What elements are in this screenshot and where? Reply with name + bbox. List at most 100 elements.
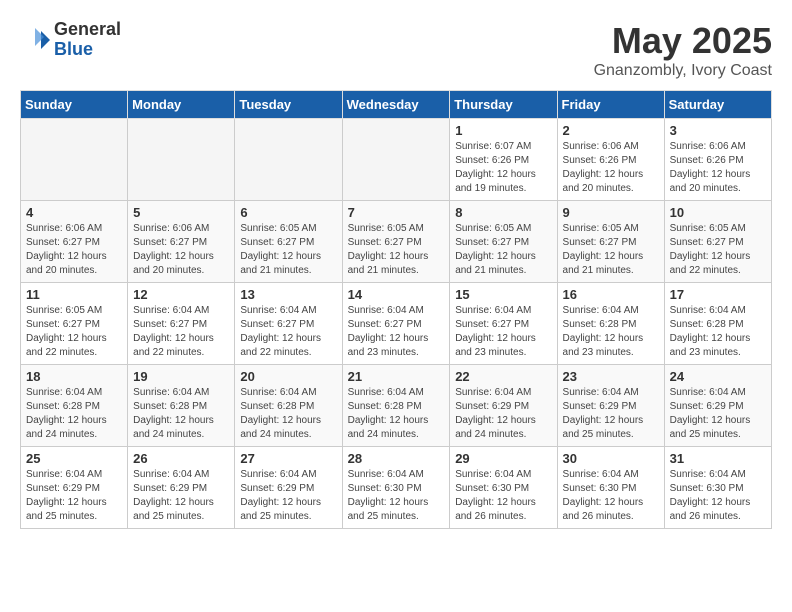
day-info: Sunrise: 6:07 AM Sunset: 6:26 PM Dayligh…	[455, 140, 551, 196]
calendar-cell: 24 Sunrise: 6:04 AM Sunset: 6:29 PM Dayli…	[664, 365, 771, 447]
day-info: Sunrise: 6:06 AM Sunset: 6:26 PM Dayligh…	[563, 140, 659, 196]
day-number: 4	[26, 205, 122, 220]
day-info: Sunrise: 6:04 AM Sunset: 6:28 PM Dayligh…	[240, 386, 336, 442]
calendar-cell: 10 Sunrise: 6:05 AM Sunset: 6:27 PM Dayli…	[664, 201, 771, 283]
calendar-cell: 9 Sunrise: 6:05 AM Sunset: 6:27 PM Daylig…	[557, 201, 664, 283]
calendar-cell: 19 Sunrise: 6:04 AM Sunset: 6:28 PM Dayli…	[128, 365, 235, 447]
day-number: 9	[563, 205, 659, 220]
day-info: Sunrise: 6:04 AM Sunset: 6:29 PM Dayligh…	[563, 386, 659, 442]
calendar-cell	[342, 119, 450, 201]
day-number: 6	[240, 205, 336, 220]
calendar-week-row: 11 Sunrise: 6:05 AM Sunset: 6:27 PM Dayli…	[21, 283, 772, 365]
calendar-cell: 8Sunrise: 6:05 AM Sunset: 6:27 PM Daylig…	[450, 201, 557, 283]
calendar-table: SundayMondayTuesdayWednesdayThursdayFrid…	[20, 90, 772, 529]
calendar-cell: 17 Sunrise: 6:04 AM Sunset: 6:28 PM Dayli…	[664, 283, 771, 365]
calendar-week-row: 4 Sunrise: 6:06 AM Sunset: 6:27 PM Daylig…	[21, 201, 772, 283]
calendar-cell: 18Sunrise: 6:04 AM Sunset: 6:28 PM Dayli…	[21, 365, 128, 447]
day-info: Sunrise: 6:05 AM Sunset: 6:27 PM Dayligh…	[670, 222, 766, 278]
day-number: 17	[670, 287, 766, 302]
calendar-cell: 31Sunrise: 6:04 AM Sunset: 6:30 PM Dayli…	[664, 447, 771, 529]
calendar-week-row: 18Sunrise: 6:04 AM Sunset: 6:28 PM Dayli…	[21, 365, 772, 447]
calendar-cell: 3 Sunrise: 6:06 AM Sunset: 6:26 PM Daylig…	[664, 119, 771, 201]
calendar-cell	[128, 119, 235, 201]
day-info: Sunrise: 6:04 AM Sunset: 6:29 PM Dayligh…	[670, 386, 766, 442]
day-info: Sunrise: 6:05 AM Sunset: 6:27 PM Dayligh…	[563, 222, 659, 278]
day-number: 15	[455, 287, 551, 302]
day-info: Sunrise: 6:05 AM Sunset: 6:27 PM Dayligh…	[26, 304, 122, 360]
calendar-cell: 14 Sunrise: 6:04 AM Sunset: 6:27 PM Dayli…	[342, 283, 450, 365]
day-info: Sunrise: 6:05 AM Sunset: 6:27 PM Dayligh…	[348, 222, 445, 278]
day-info: Sunrise: 6:04 AM Sunset: 6:30 PM Dayligh…	[563, 468, 659, 524]
day-info: Sunrise: 6:05 AM Sunset: 6:27 PM Dayligh…	[240, 222, 336, 278]
calendar-cell: 28 Sunrise: 6:04 AM Sunset: 6:30 PM Dayli…	[342, 447, 450, 529]
calendar-cell: 30Sunrise: 6:04 AM Sunset: 6:30 PM Dayli…	[557, 447, 664, 529]
day-number: 11	[26, 287, 122, 302]
day-info: Sunrise: 6:04 AM Sunset: 6:29 PM Dayligh…	[240, 468, 336, 524]
day-info: Sunrise: 6:04 AM Sunset: 6:28 PM Dayligh…	[670, 304, 766, 360]
weekday-header-thursday: Thursday	[450, 91, 557, 119]
calendar-cell: 23 Sunrise: 6:04 AM Sunset: 6:29 PM Dayli…	[557, 365, 664, 447]
calendar-week-row: 1Sunrise: 6:07 AM Sunset: 6:26 PM Daylig…	[21, 119, 772, 201]
day-info: Sunrise: 6:06 AM Sunset: 6:27 PM Dayligh…	[133, 222, 229, 278]
day-number: 5	[133, 205, 229, 220]
day-number: 16	[563, 287, 659, 302]
day-number: 20	[240, 369, 336, 384]
logo-icon	[20, 25, 50, 55]
location-subtitle: Gnanzombly, Ivory Coast	[594, 62, 772, 80]
day-number: 27	[240, 451, 336, 466]
day-info: Sunrise: 6:04 AM Sunset: 6:27 PM Dayligh…	[348, 304, 445, 360]
calendar-cell	[235, 119, 342, 201]
calendar-cell: 20 Sunrise: 6:04 AM Sunset: 6:28 PM Dayli…	[235, 365, 342, 447]
day-number: 23	[563, 369, 659, 384]
weekday-header-sunday: Sunday	[21, 91, 128, 119]
day-number: 21	[348, 369, 445, 384]
day-info: Sunrise: 6:04 AM Sunset: 6:30 PM Dayligh…	[348, 468, 445, 524]
weekday-header-wednesday: Wednesday	[342, 91, 450, 119]
weekday-header-tuesday: Tuesday	[235, 91, 342, 119]
calendar-cell: 12Sunrise: 6:04 AM Sunset: 6:27 PM Dayli…	[128, 283, 235, 365]
weekday-header-saturday: Saturday	[664, 91, 771, 119]
day-info: Sunrise: 6:04 AM Sunset: 6:28 PM Dayligh…	[563, 304, 659, 360]
day-number: 22	[455, 369, 551, 384]
day-number: 25	[26, 451, 122, 466]
day-number: 31	[670, 451, 766, 466]
day-number: 28	[348, 451, 445, 466]
calendar-cell: 11 Sunrise: 6:05 AM Sunset: 6:27 PM Dayli…	[21, 283, 128, 365]
calendar-cell: 25 Sunrise: 6:04 AM Sunset: 6:29 PM Dayli…	[21, 447, 128, 529]
day-info: Sunrise: 6:04 AM Sunset: 6:28 PM Dayligh…	[26, 386, 122, 442]
day-info: Sunrise: 6:04 AM Sunset: 6:27 PM Dayligh…	[455, 304, 551, 360]
day-info: Sunrise: 6:04 AM Sunset: 6:28 PM Dayligh…	[348, 386, 445, 442]
logo: General Blue	[20, 20, 121, 60]
calendar-week-row: 25 Sunrise: 6:04 AM Sunset: 6:29 PM Dayli…	[21, 447, 772, 529]
day-info: Sunrise: 6:06 AM Sunset: 6:26 PM Dayligh…	[670, 140, 766, 196]
calendar-cell: 26 Sunrise: 6:04 AM Sunset: 6:29 PM Dayli…	[128, 447, 235, 529]
day-info: Sunrise: 6:04 AM Sunset: 6:29 PM Dayligh…	[26, 468, 122, 524]
day-number: 10	[670, 205, 766, 220]
day-info: Sunrise: 6:06 AM Sunset: 6:27 PM Dayligh…	[26, 222, 122, 278]
day-number: 7	[348, 205, 445, 220]
calendar-cell	[21, 119, 128, 201]
day-number: 13	[240, 287, 336, 302]
calendar-cell: 6 Sunrise: 6:05 AM Sunset: 6:27 PM Daylig…	[235, 201, 342, 283]
logo-blue-text: Blue	[54, 40, 121, 60]
day-info: Sunrise: 6:04 AM Sunset: 6:28 PM Dayligh…	[133, 386, 229, 442]
day-number: 19	[133, 369, 229, 384]
calendar-cell: 2Sunrise: 6:06 AM Sunset: 6:26 PM Daylig…	[557, 119, 664, 201]
month-title: May 2025	[594, 20, 772, 62]
calendar-cell: 27 Sunrise: 6:04 AM Sunset: 6:29 PM Dayli…	[235, 447, 342, 529]
day-info: Sunrise: 6:05 AM Sunset: 6:27 PM Dayligh…	[455, 222, 551, 278]
day-info: Sunrise: 6:04 AM Sunset: 6:29 PM Dayligh…	[133, 468, 229, 524]
day-info: Sunrise: 6:04 AM Sunset: 6:29 PM Dayligh…	[455, 386, 551, 442]
calendar-cell: 15 Sunrise: 6:04 AM Sunset: 6:27 PM Dayli…	[450, 283, 557, 365]
day-number: 12	[133, 287, 229, 302]
calendar-cell: 7 Sunrise: 6:05 AM Sunset: 6:27 PM Daylig…	[342, 201, 450, 283]
calendar-cell: 21 Sunrise: 6:04 AM Sunset: 6:28 PM Dayli…	[342, 365, 450, 447]
weekday-header-row: SundayMondayTuesdayWednesdayThursdayFrid…	[21, 91, 772, 119]
title-block: May 2025 Gnanzombly, Ivory Coast	[594, 20, 772, 80]
calendar-cell: 1Sunrise: 6:07 AM Sunset: 6:26 PM Daylig…	[450, 119, 557, 201]
day-number: 3	[670, 123, 766, 138]
day-number: 24	[670, 369, 766, 384]
day-number: 14	[348, 287, 445, 302]
calendar-cell: 22 Sunrise: 6:04 AM Sunset: 6:29 PM Dayli…	[450, 365, 557, 447]
day-number: 26	[133, 451, 229, 466]
